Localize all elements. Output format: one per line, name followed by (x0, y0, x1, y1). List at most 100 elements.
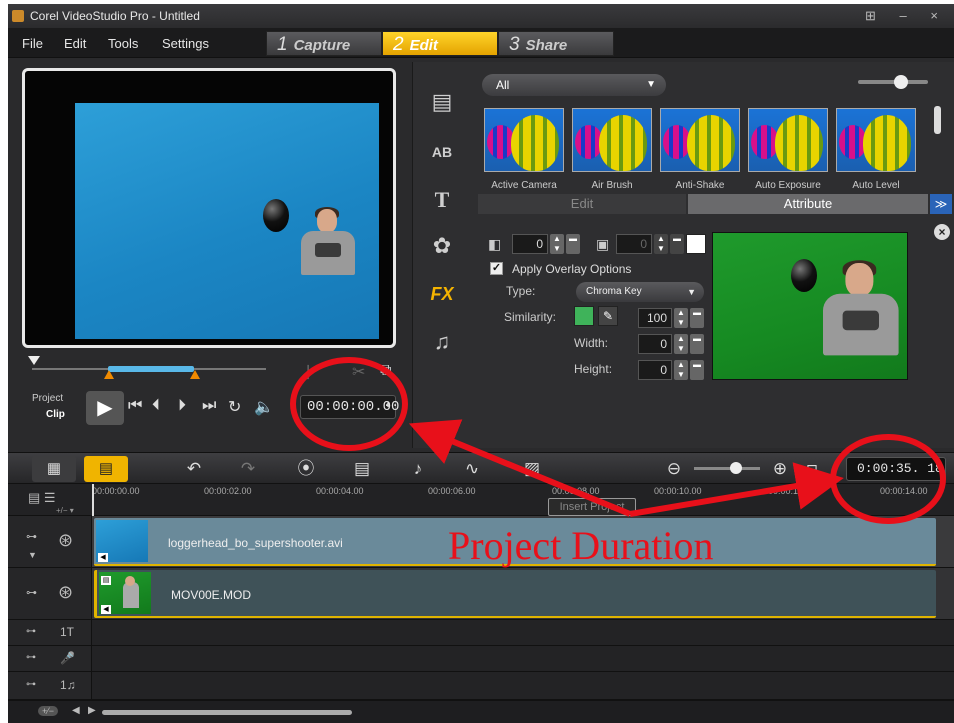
tab-edit[interactable]: Edit (478, 194, 686, 214)
window-title: Corel VideoStudio Pro - Untitled (30, 9, 200, 23)
height-value-input[interactable]: 0 (638, 360, 672, 380)
zoom-in-icon[interactable]: ⊕ (770, 457, 790, 481)
track-visibility-icon[interactable]: ⊶ (26, 530, 37, 543)
menu-tools[interactable]: Tools (108, 36, 138, 51)
track-visibility-icon[interactable]: ⊶ (26, 679, 36, 690)
audio-waveform-icon[interactable]: ∿ (458, 457, 486, 481)
repeat-icon[interactable]: ↻ (228, 397, 241, 417)
eyedropper-icon[interactable]: ✎ (598, 306, 618, 326)
overlay-clip[interactable]: MOV00E.MOD ▤ ◀ (94, 570, 936, 618)
title-tab-icon[interactable]: T (422, 180, 462, 220)
step-tab-edit[interactable]: 2 Edit (382, 31, 498, 56)
close-icon[interactable]: × (934, 224, 950, 240)
border-color-swatch[interactable] (686, 234, 706, 254)
step-tab-share[interactable]: 3 Share (498, 31, 614, 56)
overlay-options-checkbox[interactable]: ✓ (490, 262, 503, 275)
filter-thumb-air-brush[interactable] (572, 108, 652, 172)
scrubber-handle-icon[interactable] (28, 356, 40, 365)
media-tab-icon[interactable]: ▤ (422, 82, 462, 122)
sound-mixer-icon[interactable]: ▤ (348, 457, 376, 481)
trim-out-marker-icon[interactable] (190, 370, 200, 379)
expand-options-icon[interactable]: ≫ (930, 194, 952, 214)
app-icon (12, 10, 24, 22)
spin-reset-icon[interactable]: ▬ (566, 234, 580, 254)
chevron-down-icon[interactable]: ▼ (28, 550, 37, 560)
slider-knob[interactable] (730, 462, 742, 474)
similarity-label: Similarity: (504, 310, 557, 324)
home-icon[interactable]: ⏮ (128, 397, 142, 415)
track-visibility-icon[interactable]: ⊶ (26, 586, 37, 599)
spin-arrows-icon[interactable]: ▲ ▼ (550, 234, 564, 254)
spin-reset-icon[interactable]: ▬ (690, 308, 704, 328)
scroll-left-icon[interactable]: ◀ (72, 705, 80, 716)
mask-value-input[interactable]: 0 (512, 234, 548, 254)
library-filter-dropdown[interactable]: All ▼ (482, 74, 666, 96)
track-toggle-icon[interactable]: +/− ▾ (56, 506, 74, 515)
spin-reset-icon[interactable]: ▬ (690, 360, 704, 380)
mode-project-label[interactable]: Project (32, 393, 63, 404)
track-visibility-icon[interactable]: ⊶ (26, 652, 36, 663)
spin-arrows-icon[interactable]: ▲ ▼ (654, 234, 668, 254)
add-track-icon[interactable]: +⁄− (38, 706, 59, 716)
similarity-value-input[interactable]: 100 (638, 308, 672, 328)
preview-window[interactable] (22, 68, 396, 348)
overlay-options-label: Apply Overlay Options (512, 262, 632, 276)
next-frame-icon[interactable]: ⏵ (178, 397, 186, 415)
spin-arrows-icon[interactable]: ▲ ▼ (674, 334, 688, 354)
scroll-right-icon[interactable]: ▶ (88, 705, 96, 716)
timeline-ruler[interactable]: ▤ ☰ +/− ▾ 00:00:00.00 00:00:02.00 00:00:… (8, 484, 954, 516)
window-controls[interactable]: ⊞ – × (865, 4, 948, 28)
play-button[interactable]: ▶ (86, 391, 124, 425)
menu-file[interactable]: File (22, 36, 43, 51)
previous-frame-icon[interactable]: ⏴ (152, 397, 160, 415)
filter-thumb-auto-exposure[interactable] (748, 108, 828, 172)
step-tab-capture[interactable]: 1 Capture (266, 31, 382, 56)
menu-edit[interactable]: Edit (64, 36, 86, 51)
filter-thumb-active-camera[interactable] (484, 108, 564, 172)
tab-attribute[interactable]: Attribute (688, 194, 928, 214)
redo-icon[interactable]: ↷ (236, 457, 260, 481)
mode-clip-label[interactable]: Clip (46, 409, 65, 420)
clip-type-badge-icon: ▤ (101, 576, 111, 585)
volume-icon[interactable]: 🔈 (254, 397, 274, 417)
undo-icon[interactable]: ↶ (182, 457, 206, 481)
timeline-zoom-slider[interactable] (694, 462, 760, 474)
track-visibility-icon[interactable]: ⊶ (26, 626, 36, 637)
motion-track-icon[interactable]: ▨ (518, 457, 546, 481)
width-value-input[interactable]: 0 (638, 334, 672, 354)
storyboard-view-button[interactable]: ▦ (32, 456, 76, 482)
fit-project-icon[interactable]: ⊟ (802, 457, 822, 481)
timeline-scrollbar[interactable]: +⁄− ◀ ▶ (8, 700, 954, 723)
slider-knob[interactable] (894, 75, 908, 89)
spin-reset-icon[interactable]: ▬ (670, 234, 684, 254)
zoom-out-icon[interactable]: ⊖ (664, 457, 684, 481)
end-icon[interactable]: ⏭ (202, 397, 216, 415)
audio-tab-icon[interactable]: ♫ (422, 322, 462, 362)
library-scrollbar[interactable] (934, 106, 941, 134)
spin-arrows-icon[interactable]: ▲ ▼ (674, 308, 688, 328)
scrollbar-thumb[interactable] (102, 710, 352, 715)
timeline-view-button[interactable]: ▤ (84, 456, 128, 482)
annotation-circle-project-duration (830, 434, 946, 524)
key-color-swatch[interactable] (574, 306, 594, 326)
transition-tab-icon[interactable]: AB (422, 132, 462, 172)
ruler-tick: 00:00:08.00 (552, 486, 600, 496)
fx-filter-tab-icon[interactable]: FX (422, 274, 462, 314)
spin-reset-icon[interactable]: ▬ (690, 334, 704, 354)
filter-thumb-anti-shake[interactable] (660, 108, 740, 172)
overlay-type-dropdown[interactable]: Chroma Key ▼ (576, 282, 704, 302)
auto-music-icon[interactable]: ♪ (404, 457, 432, 481)
graphic-tab-icon[interactable]: ✿ (422, 226, 462, 266)
timeline-playhead[interactable] (92, 484, 94, 520)
menu-settings[interactable]: Settings (162, 36, 209, 51)
ruler-tick: 00:00:02.00 (204, 486, 252, 496)
filter-label: Auto Exposure (755, 180, 821, 191)
track-manager-icon[interactable]: ▤ ☰ (28, 490, 56, 506)
spin-arrows-icon[interactable]: ▲ ▼ (674, 360, 688, 380)
trim-in-marker-icon[interactable] (104, 370, 114, 379)
thumbnail-size-slider[interactable] (858, 75, 928, 89)
filter-thumb-auto-level[interactable] (836, 108, 916, 172)
height-label: Height: (574, 362, 613, 376)
border-value-input[interactable]: 0 (616, 234, 652, 254)
record-capture-icon[interactable]: ⦿ (292, 457, 320, 481)
